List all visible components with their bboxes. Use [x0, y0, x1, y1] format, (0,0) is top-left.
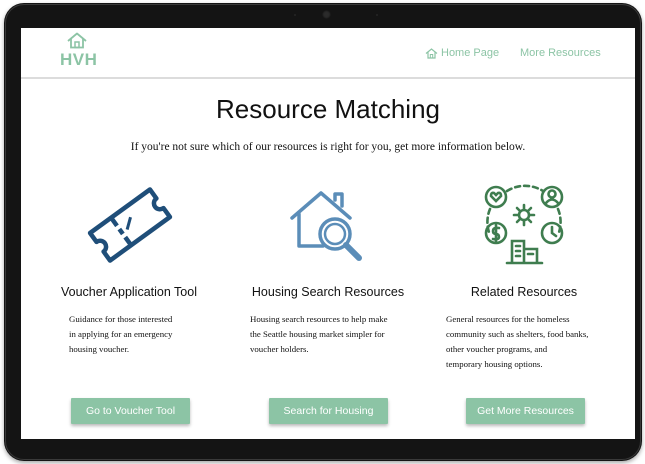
header: HVH Home Page More Resources [21, 28, 635, 79]
housing-search-description: Housing search resources to help make th… [250, 312, 420, 357]
logo-text: HVH [60, 50, 98, 69]
housing-search-title: Housing Search Resources [251, 285, 405, 299]
tablet-frame: HVH Home Page More Resources Resource Ma… [4, 3, 642, 461]
housing-desc-line: the Seattle housing market simpler for [250, 329, 385, 339]
related-resources-description: General resources for the homeless commu… [446, 312, 616, 372]
community-resources-icon [484, 184, 564, 265]
search-for-housing-button[interactable]: Search for Housing [269, 398, 388, 424]
nav-more-resources-label: More Resources [520, 47, 601, 59]
voucher-desc-line: Guidance for those interested [69, 314, 173, 324]
related-resources-title: Related Resources [470, 285, 578, 299]
camera [322, 10, 331, 19]
nav-more-resources[interactable]: More Resources [520, 47, 601, 59]
get-more-resources-button[interactable]: Get More Resources [466, 398, 585, 424]
voucher-tool-description: Guidance for those interested in applyin… [69, 312, 229, 357]
nav-home-page[interactable]: Home Page [425, 47, 499, 59]
logo-house-icon [67, 32, 87, 49]
housing-desc-line: voucher holders. [250, 344, 309, 354]
voucher-tool-title: Voucher Application Tool [61, 285, 197, 299]
housing-desc-line: Housing search resources to help make [250, 314, 388, 324]
voucher-desc-line: housing voucher. [69, 344, 130, 354]
home-icon [425, 47, 438, 59]
related-desc-line: General resources for the homeless [446, 314, 570, 324]
sensor [294, 14, 296, 16]
related-desc-line: community such as shelters, food banks, [446, 329, 589, 339]
screen: HVH Home Page More Resources Resource Ma… [21, 28, 635, 439]
page-title: Resource Matching [216, 94, 440, 124]
related-desc-line: other voucher programs, and [446, 344, 548, 354]
ticket-icon [87, 187, 173, 263]
related-desc-line: temporary housing options. [446, 359, 543, 369]
sensor [376, 14, 378, 16]
go-to-voucher-tool-button[interactable]: Go to Voucher Tool [71, 398, 190, 424]
page-subtitle: If you're not sure which of our resource… [130, 141, 526, 153]
house-search-icon [290, 191, 362, 261]
voucher-desc-line: in applying for an emergency [69, 329, 173, 339]
nav-home-label: Home Page [441, 47, 500, 59]
logo[interactable]: HVH [57, 32, 101, 69]
